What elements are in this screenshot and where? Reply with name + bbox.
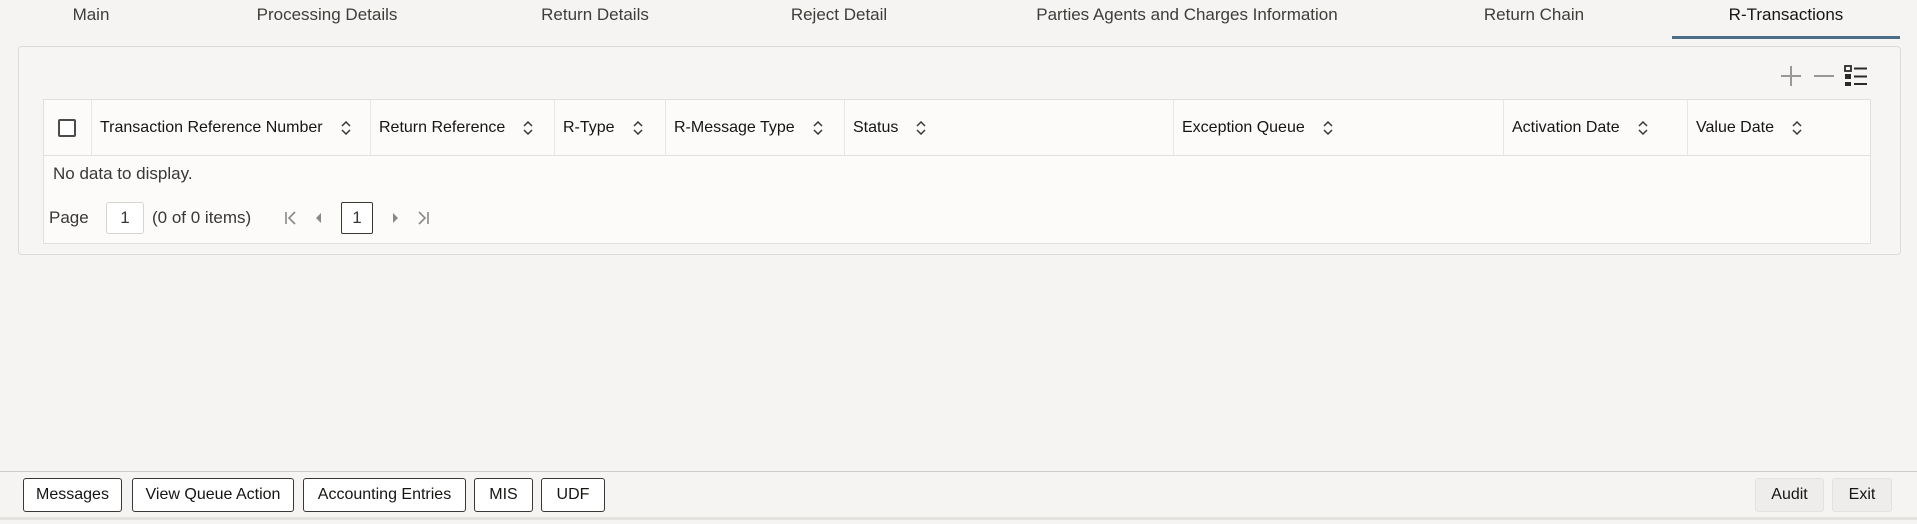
- table-header: Transaction Reference Number Return Refe…: [44, 100, 1870, 156]
- column-label: Value Date: [1696, 118, 1774, 136]
- current-page-button[interactable]: 1: [341, 202, 373, 234]
- tab-processing-details[interactable]: Processing Details: [240, 0, 414, 36]
- view-queue-action-button[interactable]: View Queue Action: [132, 478, 294, 512]
- messages-button[interactable]: Messages: [23, 478, 122, 512]
- tab-return-details[interactable]: Return Details: [534, 0, 656, 36]
- exit-button[interactable]: Exit: [1832, 478, 1892, 512]
- page-label: Page: [49, 208, 89, 227]
- bottom-divider: [0, 517, 1917, 520]
- column-label: Activation Date: [1512, 118, 1620, 136]
- sort-icon[interactable]: [1638, 120, 1648, 135]
- column-label: Transaction Reference Number: [100, 118, 323, 136]
- sort-icon[interactable]: [1792, 120, 1802, 135]
- column-label: Exception Queue: [1182, 118, 1305, 136]
- column-header-r-message-type[interactable]: R-Message Type: [666, 100, 845, 155]
- column-header-transaction-reference-number[interactable]: Transaction Reference Number: [92, 100, 371, 155]
- first-page-icon[interactable]: [281, 208, 301, 228]
- audit-button[interactable]: Audit: [1755, 478, 1824, 512]
- next-page-icon[interactable]: [386, 208, 406, 228]
- minus-icon[interactable]: [1809, 61, 1839, 91]
- sort-icon[interactable]: [916, 120, 926, 135]
- sort-icon[interactable]: [1323, 120, 1333, 135]
- column-label: Status: [853, 118, 899, 136]
- tab-r-transactions[interactable]: R-Transactions: [1672, 0, 1900, 39]
- r-transactions-panel: Transaction Reference Number Return Refe…: [18, 46, 1901, 255]
- column-header-value-date[interactable]: Value Date: [1688, 100, 1870, 155]
- column-label: R-Message Type: [674, 118, 795, 136]
- tab-bar: Main Processing Details Return Details R…: [0, 0, 1917, 39]
- sort-icon[interactable]: [813, 120, 823, 135]
- udf-button[interactable]: UDF: [541, 478, 605, 512]
- tab-reject-detail[interactable]: Reject Detail: [782, 0, 896, 36]
- column-header-return-reference[interactable]: Return Reference: [371, 100, 555, 155]
- sort-icon[interactable]: [523, 120, 533, 135]
- accounting-entries-button[interactable]: Accounting Entries: [303, 478, 466, 512]
- select-all-checkbox[interactable]: [58, 118, 76, 137]
- last-page-icon[interactable]: [413, 208, 433, 228]
- sort-icon[interactable]: [633, 120, 643, 135]
- list-icon[interactable]: [1841, 61, 1871, 91]
- sort-icon[interactable]: [341, 120, 351, 135]
- column-header-status[interactable]: Status: [845, 100, 1174, 155]
- select-all-cell: [44, 100, 92, 155]
- mis-button[interactable]: MIS: [474, 478, 533, 512]
- previous-page-icon[interactable]: [308, 208, 328, 228]
- column-label: Return Reference: [379, 118, 506, 136]
- column-header-activation-date[interactable]: Activation Date: [1504, 100, 1688, 155]
- tab-return-chain[interactable]: Return Chain: [1476, 0, 1592, 36]
- column-label: R-Type: [563, 118, 615, 136]
- plus-icon[interactable]: [1776, 61, 1806, 91]
- column-header-r-type[interactable]: R-Type: [555, 100, 666, 155]
- page-number-input[interactable]: 1: [106, 202, 144, 234]
- item-count: (0 of 0 items): [152, 208, 252, 227]
- r-transactions-table: Transaction Reference Number Return Refe…: [43, 99, 1871, 244]
- column-header-exception-queue[interactable]: Exception Queue: [1174, 100, 1504, 155]
- pagination: Page 1 (0 of 0 items) 1: [44, 200, 644, 236]
- tab-parties-agents-charges[interactable]: Parties Agents and Charges Information: [1020, 0, 1354, 36]
- tab-main[interactable]: Main: [62, 0, 120, 36]
- empty-table-message: No data to display.: [53, 164, 193, 183]
